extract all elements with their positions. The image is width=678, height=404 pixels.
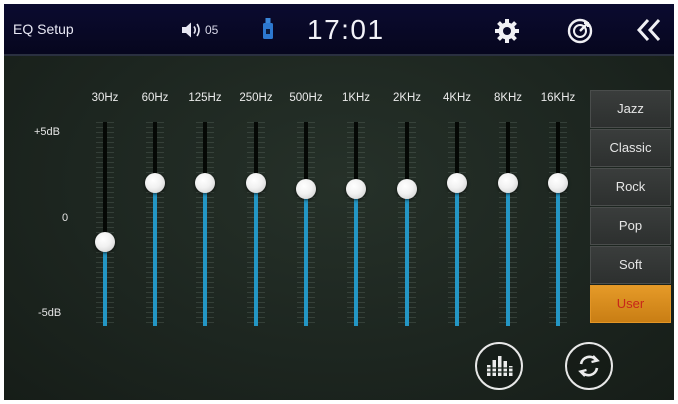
eq-band-label: 2KHz (392, 92, 422, 104)
eq-band-fill (304, 189, 308, 326)
eq-band-fill (153, 183, 157, 326)
eq-band-fill (506, 183, 510, 326)
eq-band-label: 500Hz (289, 92, 323, 104)
gear-icon[interactable] (494, 18, 520, 44)
eq-band-slider[interactable]: 8KHz (482, 92, 534, 332)
eq-band-label: 8KHz (493, 92, 523, 104)
eq-band-slider[interactable]: 30Hz (79, 92, 131, 332)
preset-pop-button[interactable]: Pop (590, 207, 671, 245)
page-title: EQ Setup (13, 21, 74, 37)
eq-band-fill (203, 183, 207, 326)
eq-band-slider[interactable]: 60Hz (129, 92, 181, 332)
eq-band-fill (405, 189, 409, 326)
volume-indicator[interactable]: 05 (180, 20, 218, 40)
eq-band-label: 125Hz (188, 92, 222, 104)
scale-max-label: +5dB (34, 126, 60, 138)
eq-band-slider[interactable]: 500Hz (280, 92, 332, 332)
eq-band-label: 30Hz (91, 92, 119, 104)
eq-screen: EQ Setup 05 17:01 +5dB 0 -5dB 30Hz 60Hz … (4, 4, 674, 400)
eq-band-label: 250Hz (239, 92, 273, 104)
eq-band-slider[interactable]: 16KHz (532, 92, 584, 332)
usb-icon (263, 18, 273, 39)
preset-rock-button[interactable]: Rock (590, 168, 671, 206)
eq-band-slider[interactable]: 125Hz (179, 92, 231, 332)
preset-classic-button[interactable]: Classic (590, 129, 671, 167)
volume-value: 05 (205, 23, 219, 37)
eq-band-fill (354, 189, 358, 326)
eq-band-label: 60Hz (141, 92, 169, 104)
preset-soft-button[interactable]: Soft (590, 246, 671, 284)
scale-zero-label: 0 (62, 212, 69, 224)
eq-band-fill (455, 183, 459, 326)
double-chevron-left-icon[interactable] (636, 17, 662, 43)
eq-mode-button[interactable] (475, 342, 523, 390)
eq-band-slider[interactable]: 2KHz (381, 92, 433, 332)
preset-jazz-button[interactable]: Jazz (590, 90, 671, 128)
eq-band-fill (254, 183, 258, 326)
eq-band-label: 4KHz (442, 92, 472, 104)
eq-band-fill (103, 242, 107, 326)
clock: 17:01 (307, 14, 385, 45)
equalizer-bars-icon (486, 356, 513, 376)
reset-button[interactable] (565, 342, 613, 390)
refresh-icon (578, 355, 600, 377)
speaker-icon (182, 22, 200, 38)
eq-band-slider[interactable]: 4KHz (431, 92, 483, 332)
top-bar: EQ Setup 05 17:01 (4, 4, 674, 56)
eq-band-label: 1KHz (341, 92, 371, 104)
navigation-icon[interactable] (567, 18, 593, 44)
eq-band-label: 16KHz (540, 92, 576, 104)
eq-band-slider[interactable]: 1KHz (330, 92, 382, 332)
eq-band-slider[interactable]: 250Hz (230, 92, 282, 332)
eq-band-fill (556, 183, 560, 326)
scale-min-label: -5dB (38, 307, 62, 319)
preset-user-button[interactable]: User (590, 285, 671, 323)
preset-list: Jazz Classic Rock Pop Soft User (590, 90, 671, 324)
